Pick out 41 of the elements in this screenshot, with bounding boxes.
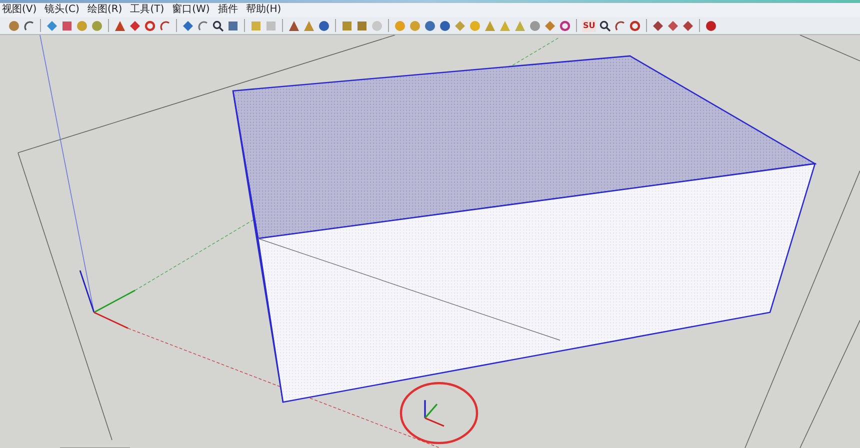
- diamond-icon[interactable]: [182, 20, 194, 32]
- ring-icon[interactable]: [629, 20, 642, 32]
- axes-origin: [79, 270, 136, 329]
- circle-icon[interactable]: [424, 20, 436, 32]
- diamond-icon[interactable]: [544, 20, 556, 32]
- search-icon[interactable]: [599, 20, 612, 32]
- diamond-icon[interactable]: [46, 20, 58, 32]
- menu-item[interactable]: 视图(V): [2, 4, 37, 16]
- ring-icon[interactable]: [559, 20, 571, 32]
- diamond-icon[interactable]: [129, 20, 141, 32]
- triangle-icon[interactable]: [484, 20, 496, 32]
- circle-icon[interactable]: [318, 20, 330, 32]
- su-button[interactable]: SU: [582, 20, 596, 32]
- triangle-icon[interactable]: [288, 20, 300, 32]
- ring-icon[interactable]: [144, 20, 156, 32]
- arc-icon[interactable]: [614, 20, 626, 32]
- menu-item[interactable]: 插件: [218, 4, 238, 16]
- square-icon[interactable]: [227, 20, 239, 32]
- circle-icon[interactable]: [8, 20, 20, 32]
- square-icon[interactable]: [341, 20, 353, 32]
- arc-icon[interactable]: [197, 20, 209, 32]
- triangle-icon[interactable]: [114, 20, 126, 32]
- search-icon[interactable]: [212, 20, 224, 32]
- menu-item[interactable]: 绘图(R): [87, 4, 122, 16]
- arc-icon[interactable]: [23, 20, 35, 32]
- menu-item[interactable]: 镜头(C): [44, 4, 80, 16]
- circle-icon[interactable]: [91, 20, 103, 32]
- diamond-icon[interactable]: [667, 20, 680, 32]
- circle-icon[interactable]: [529, 20, 541, 32]
- square-icon[interactable]: [61, 20, 73, 32]
- menu-item[interactable]: 窗口(W): [172, 4, 210, 16]
- triangle-icon[interactable]: [303, 20, 315, 32]
- menu-item[interactable]: 工具(T): [130, 4, 164, 16]
- circle-icon[interactable]: [439, 20, 451, 32]
- menu-item[interactable]: 帮助(H): [246, 4, 282, 16]
- diamond-icon[interactable]: [652, 20, 664, 32]
- axes-icon: [424, 400, 444, 427]
- square-icon[interactable]: [356, 20, 368, 32]
- diamond-icon[interactable]: [682, 20, 694, 32]
- arc-icon[interactable]: [159, 20, 171, 32]
- circle-icon[interactable]: [705, 20, 718, 32]
